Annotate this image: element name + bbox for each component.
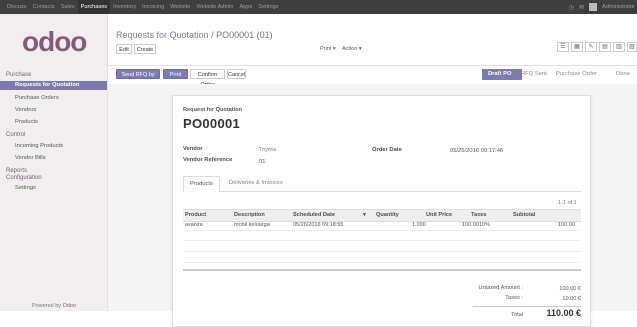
untaxed-amount-value: 100.00 € xyxy=(559,286,581,292)
sidebar-item-products[interactable]: Products xyxy=(0,118,107,127)
doc-type-label: Request for Quotation xyxy=(183,107,243,113)
action-dropdown[interactable]: Action ▾ xyxy=(342,46,362,52)
sidebar-item-vendor-bills[interactable]: Vendor Bills xyxy=(0,154,107,163)
stage-draft-po[interactable]: Draft PO xyxy=(482,69,522,80)
form-view-icon[interactable]: ✎ xyxy=(585,42,597,52)
total-value: 110.00 € xyxy=(546,308,581,318)
cell-description[interactable]: mobil keluarga xyxy=(234,222,270,228)
pager: 1-1 of 1 xyxy=(558,200,577,206)
calendar-view-icon[interactable]: ▤ xyxy=(599,42,611,52)
col-quantity[interactable]: Quantity xyxy=(376,212,399,218)
menu-sales[interactable]: Sales xyxy=(58,0,78,14)
avatar[interactable] xyxy=(589,3,598,11)
cell-taxes[interactable]: 10% xyxy=(479,222,490,228)
form-tabs: Products Deliveries & Invoices xyxy=(183,176,581,193)
menu-settings[interactable]: Settings xyxy=(255,0,281,14)
menu-inventory[interactable]: Inventory xyxy=(110,0,139,14)
table-row[interactable]: avanza mobil keluarga 05/26/2016 09:18:5… xyxy=(183,220,581,231)
empty-row-divider xyxy=(183,240,581,241)
menu-discuss[interactable]: Discuss xyxy=(4,0,30,14)
powered-brand-link[interactable]: Odoo xyxy=(63,303,76,309)
powered-prefix: Powered by xyxy=(32,303,62,309)
empty-row-divider xyxy=(183,251,581,252)
topbar-right: ◷ ✉ Administrator xyxy=(569,0,637,14)
sidebar-item-requests-for-quotation[interactable]: Requests for Quotation xyxy=(0,81,107,90)
total-separator xyxy=(473,306,581,307)
untaxed-amount-label: Untaxed Amount : xyxy=(478,285,523,291)
graph-view-icon[interactable]: ▥ xyxy=(613,42,625,52)
col-description[interactable]: Description xyxy=(234,212,265,218)
clock-icon[interactable]: ◷ xyxy=(569,4,574,11)
stage-done[interactable]: Done xyxy=(616,71,630,77)
breadcrumb-current: PO00001 (01) xyxy=(216,30,273,40)
tab-deliveries-invoices[interactable]: Deliveries & Invoices xyxy=(223,176,289,191)
form-sheet: Request for Quotation PO00001 Vendor Toy… xyxy=(172,95,591,327)
sidebar-section-reports[interactable]: Reports xyxy=(6,168,27,174)
taxes-value: 10.00 € xyxy=(562,296,581,302)
edit-button[interactable]: Edit xyxy=(116,44,132,54)
breadcrumb-parent[interactable]: Requests for Quotation xyxy=(116,30,209,40)
sidebar-section-control: Control xyxy=(6,132,26,138)
status-action-bar: Send RFQ by Email Print RFQ Confirm Orde… xyxy=(108,65,637,88)
list-view-icon[interactable]: ☰ xyxy=(557,42,569,52)
sidebar-item-settings[interactable]: Settings xyxy=(0,184,107,193)
order-date-field[interactable]: 05/25/2016 09:17:46 xyxy=(450,148,503,154)
sidebar-item-incoming-products[interactable]: Incoming Products xyxy=(0,142,107,151)
menu-apps[interactable]: Apps xyxy=(237,0,256,14)
sort-arrow-icon[interactable]: ▾ xyxy=(363,212,366,218)
tab-products[interactable]: Products xyxy=(183,176,220,193)
odoo-logo[interactable]: odoo xyxy=(22,26,87,58)
kanban-view-icon[interactable]: ▦ xyxy=(571,42,583,52)
menu-website[interactable]: Website xyxy=(167,0,193,14)
cell-product[interactable]: avanza xyxy=(185,222,203,228)
chat-icon[interactable]: ✉ xyxy=(579,4,584,11)
user-menu[interactable]: Administrator xyxy=(602,4,635,10)
col-subtotal[interactable]: Subtotal xyxy=(513,212,535,218)
powered-by: Powered by Odoo xyxy=(32,303,76,309)
col-unit-price[interactable]: Unit Price xyxy=(426,212,452,218)
empty-row-divider xyxy=(183,262,581,263)
vendor-label: Vendor xyxy=(183,146,203,152)
menu-contacts[interactable]: Contacts xyxy=(30,0,58,14)
confirm-order-button[interactable]: Confirm Order xyxy=(190,69,225,88)
col-product[interactable]: Product xyxy=(185,212,206,218)
stage-rfq-sent[interactable]: RFQ Sent xyxy=(521,71,547,77)
top-menu: Discuss Contacts Sales Purchases Invento… xyxy=(0,0,282,14)
pivot-view-icon[interactable]: ▧ xyxy=(627,42,637,52)
doc-name: PO00001 xyxy=(183,116,241,131)
print-dropdown[interactable]: Print ▾ xyxy=(320,46,336,52)
sidebar-section-configuration: Configuration xyxy=(6,175,42,181)
breadcrumb-separator: / xyxy=(211,30,214,40)
main-content: Requests for Quotation / PO00001 (01) Ed… xyxy=(108,14,637,327)
top-navbar: Discuss Contacts Sales Purchases Invento… xyxy=(0,0,637,14)
taxes-label: Taxes : xyxy=(505,295,523,301)
menu-website-admin[interactable]: Website Admin xyxy=(193,0,236,14)
order-date-label: Order Date xyxy=(372,147,402,153)
table-footer-line xyxy=(183,269,581,271)
cell-quantity[interactable]: 1.000 xyxy=(412,222,426,228)
cell-unit-price[interactable]: 100.00 xyxy=(462,222,479,228)
sidebar-item-vendors[interactable]: Vendors xyxy=(0,106,107,115)
col-taxes[interactable]: Taxes xyxy=(471,212,486,218)
vendor-reference-label: Vendor Reference xyxy=(183,157,233,163)
stage-purchase-order[interactable]: Purchase Order xyxy=(556,71,597,77)
sidebar: odoo Purchase Requests for Quotation Pur… xyxy=(0,14,108,311)
cell-subtotal[interactable]: 100.00 xyxy=(558,222,575,228)
col-scheduled-date[interactable]: Scheduled Date xyxy=(293,212,335,218)
cell-scheduled-date[interactable]: 05/26/2016 09:18:55 xyxy=(293,222,343,228)
create-button[interactable]: Create xyxy=(134,44,156,54)
sidebar-item-purchase-orders[interactable]: Purchase Orders xyxy=(0,94,107,103)
menu-purchases[interactable]: Purchases xyxy=(77,0,111,14)
send-rfq-button[interactable]: Send RFQ by Email xyxy=(116,69,160,88)
breadcrumb: Requests for Quotation / PO00001 (01) xyxy=(116,30,273,40)
sidebar-section-purchase: Purchase xyxy=(6,72,32,78)
menu-invoicing[interactable]: Invoicing xyxy=(139,0,167,14)
total-label: Total xyxy=(511,312,523,318)
cancel-button[interactable]: Cancel xyxy=(227,69,246,79)
vendor-reference-field[interactable]: 01 xyxy=(259,159,265,165)
print-rfq-button[interactable]: Print RFQ xyxy=(163,69,188,88)
vendor-field[interactable]: Toyota xyxy=(259,147,276,153)
